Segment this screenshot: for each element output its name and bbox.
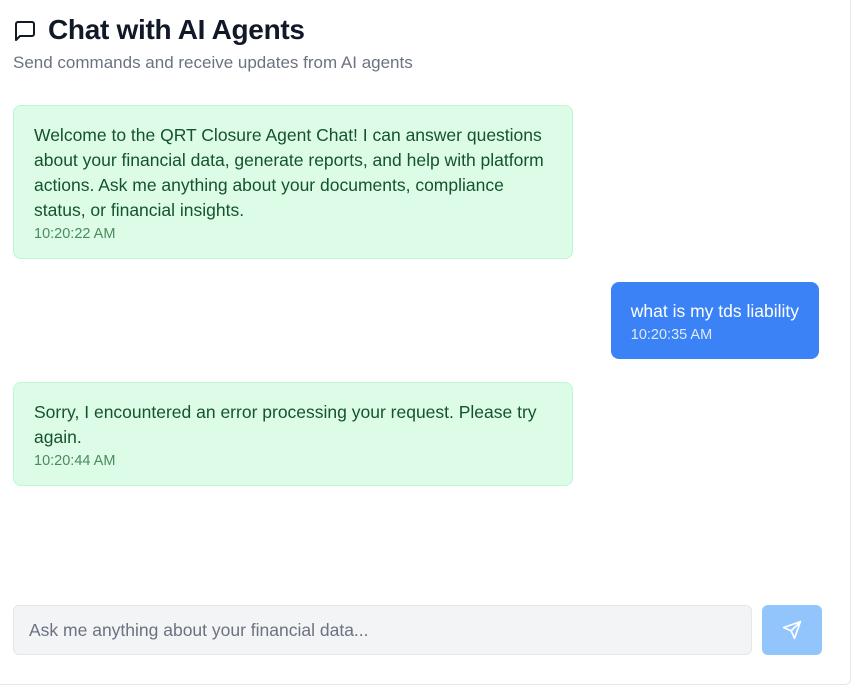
message-text: Welcome to the QRT Closure Agent Chat! I…: [34, 125, 544, 220]
agent-message: Sorry, I encountered an error processing…: [13, 382, 573, 486]
message-timestamp: 10:20:35 AM: [630, 327, 713, 343]
message-timestamp: 10:20:44 AM: [34, 453, 116, 469]
send-icon: [782, 620, 802, 640]
chat-input[interactable]: [13, 605, 752, 655]
page-subtitle: Send commands and receive updates from A…: [13, 53, 413, 72]
message-square-icon: [13, 19, 37, 43]
send-button[interactable]: [762, 605, 822, 655]
header: Chat with AI Agents: [13, 10, 305, 50]
composer: [13, 605, 822, 655]
chat-panel: Chat with AI Agents Send commands and re…: [0, 0, 851, 685]
agent-message: Welcome to the QRT Closure Agent Chat! I…: [13, 105, 573, 259]
message-text: what is my tds liability: [630, 301, 799, 321]
message-text: Sorry, I encountered an error processing…: [34, 402, 537, 447]
page-title: Chat with AI Agents: [48, 14, 305, 45]
message-timestamp: 10:20:22 AM: [34, 226, 116, 242]
user-message: what is my tds liability 10:20:35 AM: [610, 282, 819, 359]
